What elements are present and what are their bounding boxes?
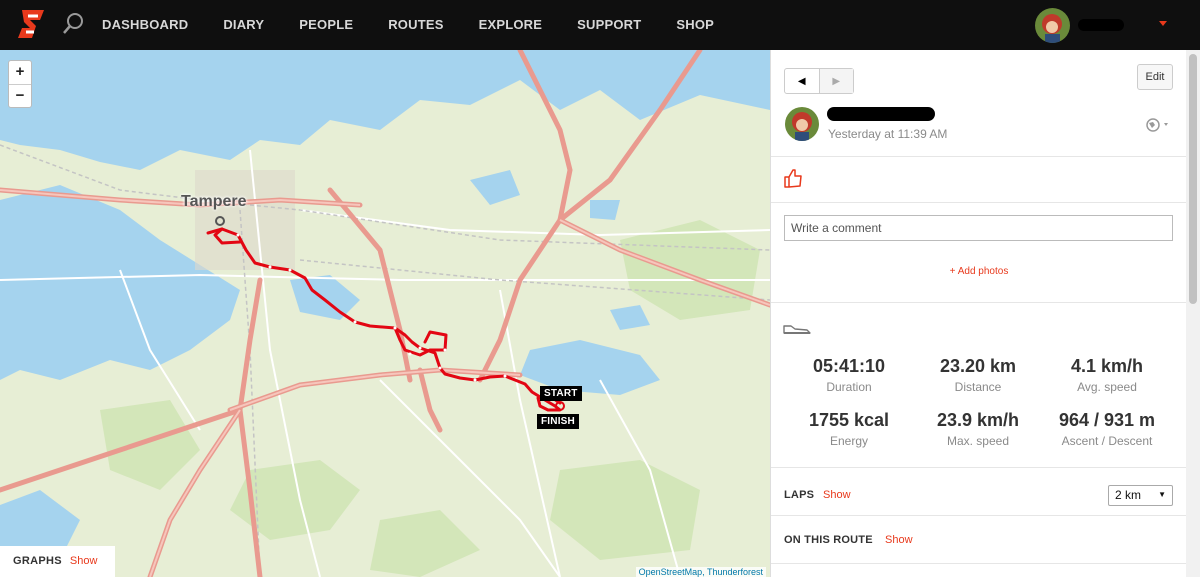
stat-value: 23.20 km — [939, 356, 1017, 376]
zoom-control: + − — [8, 60, 32, 108]
stat-value: 05:41:10 — [812, 356, 886, 376]
lake-small-5 — [590, 200, 620, 220]
finish-label: FINISH — [537, 414, 579, 429]
stat-max-speed: 23.9 km/h Max. speed — [913, 410, 1043, 448]
stat-distance: 23.20 km Distance — [913, 356, 1043, 394]
graphs-bar: GRAPHS Show — [0, 546, 115, 577]
start-label: START — [540, 386, 582, 401]
next-workout-button[interactable]: ▶ — [818, 69, 853, 93]
add-photos-link[interactable]: + Add photos — [771, 266, 1187, 277]
stat-label: Max. speed — [946, 434, 1010, 448]
author-avatar[interactable] — [785, 107, 819, 141]
map-attribution[interactable]: OpenStreetMap, Thunderforest — [635, 567, 766, 577]
nav-diary[interactable]: DIARY — [223, 0, 264, 50]
select-arrow-icon: ▼ — [1158, 490, 1166, 499]
zoom-in-button[interactable]: + — [9, 61, 31, 84]
edit-button[interactable]: Edit — [1137, 64, 1173, 90]
stat-label: Distance — [954, 380, 1002, 394]
stat-value: 23.9 km/h — [936, 410, 1020, 430]
zoom-out-button[interactable]: − — [9, 84, 31, 107]
walking-shoe-icon — [783, 325, 811, 334]
route-map[interactable]: + − Tampere START FINISH GRAPHS Show Open… — [0, 50, 770, 577]
user-menu-caret-icon[interactable] — [1159, 21, 1167, 26]
stat-energy: 1755 kcal Energy — [784, 410, 914, 448]
stat-avg-speed: 4.1 km/h Avg. speed — [1042, 356, 1172, 394]
search-icon[interactable] — [62, 12, 84, 36]
stat-ascent-descent: 964 / 931 m Ascent / Descent — [1042, 410, 1172, 448]
nav-people[interactable]: PEOPLE — [299, 0, 353, 50]
laps-label: LAPS — [784, 489, 815, 501]
nav-explore[interactable]: EXPLORE — [479, 0, 543, 50]
username-redacted — [1078, 19, 1124, 31]
divider — [771, 563, 1187, 564]
privacy-globe-icon[interactable] — [1146, 118, 1172, 132]
map-tiles — [0, 50, 770, 577]
previous-workout-button[interactable]: ◀ — [785, 69, 819, 93]
divider — [771, 515, 1187, 516]
laps-show-link[interactable]: Show — [823, 489, 851, 501]
lap-distance-select[interactable]: 2 km ▼ — [1108, 485, 1173, 506]
user-avatar[interactable] — [1035, 8, 1070, 43]
sports-tracker-logo-icon[interactable] — [16, 8, 46, 40]
top-navigation-bar: DASHBOARD DIARY PEOPLE ROUTES EXPLORE SU… — [0, 0, 1200, 50]
nav-shop[interactable]: SHOP — [676, 0, 714, 50]
nav-dashboard[interactable]: DASHBOARD — [102, 0, 188, 50]
stat-value: 1755 kcal — [808, 410, 890, 430]
activity-panel: ◀ ▶ Edit Yesterday at 11:39 AM Write a c… — [770, 50, 1187, 577]
stat-label: Ascent / Descent — [1061, 434, 1153, 448]
nav-routes[interactable]: ROUTES — [388, 0, 443, 50]
panel-scrollbar[interactable] — [1186, 50, 1200, 577]
nav-support[interactable]: SUPPORT — [577, 0, 641, 50]
divider — [771, 302, 1187, 303]
stat-label: Avg. speed — [1077, 380, 1137, 394]
stat-value: 964 / 931 m — [1058, 410, 1156, 430]
divider — [771, 202, 1187, 203]
graphs-label: GRAPHS — [13, 555, 62, 567]
post-timestamp: Yesterday at 11:39 AM — [828, 127, 948, 141]
main-nav: DASHBOARD DIARY PEOPLE ROUTES EXPLORE SU… — [102, 0, 749, 50]
divider — [771, 467, 1187, 468]
author-name-redacted — [827, 107, 935, 121]
stat-duration: 05:41:10 Duration — [784, 356, 914, 394]
lap-distance-value: 2 km — [1115, 488, 1142, 502]
like-thumb-icon[interactable] — [783, 167, 803, 189]
map-city-label: Tampere — [181, 193, 247, 210]
stat-label: Duration — [826, 380, 872, 394]
workout-pager: ◀ ▶ — [784, 68, 854, 94]
graphs-show-link[interactable]: Show — [70, 555, 98, 567]
stat-label: Energy — [829, 434, 869, 448]
divider — [771, 156, 1187, 157]
comment-input[interactable]: Write a comment — [784, 215, 1173, 241]
scrollbar-thumb[interactable] — [1189, 54, 1197, 304]
on-this-route-label: ON THIS ROUTE — [784, 534, 873, 546]
on-this-route-show-link[interactable]: Show — [885, 534, 913, 546]
stat-value: 4.1 km/h — [1070, 356, 1144, 376]
